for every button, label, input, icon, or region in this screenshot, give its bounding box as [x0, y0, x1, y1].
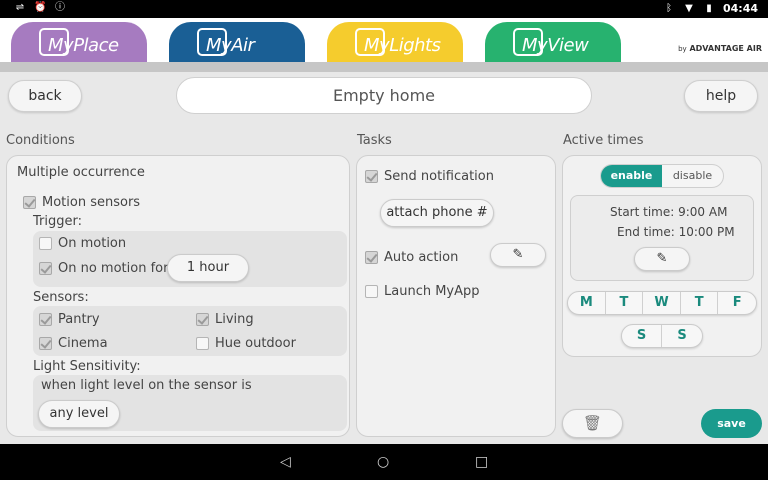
auto-action-label: Auto action [384, 250, 459, 265]
sensor-living-label: Living [215, 312, 254, 327]
brand-logo: by ADVANTAGE AIR [678, 44, 762, 53]
tab-myair-prefix: My [206, 35, 232, 56]
send-notification-label: Send notification [384, 169, 494, 184]
end-time: End time: 10:00 PM [617, 225, 735, 239]
tab-myplace-prefix: My [48, 35, 74, 56]
day-sunday[interactable]: S [662, 325, 702, 347]
no-motion-duration-button[interactable]: 1 hour [167, 254, 249, 282]
sensors-label: Sensors: [33, 290, 89, 305]
edit-auto-action-button[interactable]: ✎ [490, 243, 546, 267]
back-nav-icon[interactable]: ◁ [280, 454, 291, 470]
android-nav-bar: ◁ ○ □ [0, 444, 768, 480]
tasks-title: Tasks [357, 133, 392, 148]
launch-myapp-checkbox[interactable] [365, 285, 378, 298]
sensor-hue-outdoor-label: Hue outdoor [215, 336, 296, 351]
day-saturday[interactable]: S [622, 325, 663, 347]
back-button[interactable]: back [8, 80, 82, 112]
start-time: Start time: 9:00 AM [610, 205, 728, 219]
sensor-hue-outdoor-checkbox[interactable] [196, 337, 209, 350]
tab-myair[interactable]: MyAir [169, 22, 305, 64]
bluetooth-icon: ᛒ [665, 2, 672, 14]
light-level-button[interactable]: any level [38, 400, 120, 428]
day-friday[interactable]: F [718, 292, 756, 314]
sensor-pantry-checkbox[interactable] [39, 313, 52, 326]
help-button[interactable]: help [684, 80, 758, 112]
brand-by: by [678, 45, 687, 53]
day-monday[interactable]: M [568, 292, 606, 314]
brand-name: ADVANTAGE AIR [689, 44, 762, 53]
pencil-icon: ✎ [656, 251, 668, 266]
on-no-motion-checkbox[interactable] [39, 262, 52, 275]
day-tuesday[interactable]: T [606, 292, 644, 314]
day-wednesday[interactable]: W [643, 292, 681, 314]
pencil-icon: ✎ [512, 247, 524, 262]
on-no-motion-label: On no motion for [58, 261, 169, 276]
tab-myplace[interactable]: MyPlace [11, 22, 147, 64]
scene-name-input[interactable]: Empty home [176, 77, 592, 114]
on-motion-checkbox[interactable] [39, 237, 52, 250]
sensor-pantry-label: Pantry [58, 312, 100, 327]
sensor-living-checkbox[interactable] [196, 313, 209, 326]
home-nav-icon[interactable]: ○ [377, 454, 389, 470]
app-tab-bar: MyPlace MyAir MyLights MyView by ADVANTA… [0, 18, 768, 64]
sensor-cinema-label: Cinema [58, 336, 108, 351]
tab-myplace-suffix: Place [73, 35, 119, 56]
auto-action-checkbox[interactable] [365, 251, 378, 264]
trash-icon: 🗑 [582, 414, 603, 432]
on-motion-label: On motion [58, 236, 127, 251]
edit-time-button[interactable]: ✎ [634, 247, 690, 271]
wifi-icon: ▼ [685, 2, 693, 14]
weekend-selector: S S [621, 324, 703, 348]
delete-button[interactable]: 🗑 [562, 409, 623, 438]
battery-icon: ▮ [706, 2, 712, 14]
conditions-title: Conditions [6, 133, 75, 148]
launch-myapp-label: Launch MyApp [384, 284, 480, 299]
light-sensitivity-text: when light level on the sensor is [41, 378, 252, 393]
weekday-selector: M T W T F [567, 291, 757, 315]
tab-mylights[interactable]: MyLights [327, 22, 463, 64]
status-time: 04:44 [722, 2, 758, 15]
day-thursday[interactable]: T [681, 292, 719, 314]
disable-toggle[interactable]: disable [662, 165, 723, 187]
tab-mylights-prefix: My [364, 35, 390, 56]
info-icon: ⓘ [55, 2, 65, 13]
sensor-cinema-checkbox[interactable] [39, 337, 52, 350]
recents-nav-icon[interactable]: □ [475, 454, 488, 470]
enable-toggle[interactable]: enable [601, 165, 662, 187]
active-times-toggle: enable disable [600, 164, 724, 188]
active-times-title: Active times [563, 133, 644, 148]
header-divider [0, 62, 768, 72]
motion-sensors-checkbox[interactable] [23, 196, 36, 209]
trigger-label: Trigger: [33, 214, 82, 229]
tab-myview[interactable]: MyView [485, 22, 621, 64]
tab-myview-suffix: View [547, 35, 589, 56]
usb-icon: ⇌ [15, 2, 25, 13]
light-sensitivity-label: Light Sensitivity: [33, 359, 141, 374]
tab-myview-prefix: My [522, 35, 548, 56]
attach-phone-button[interactable]: attach phone # [380, 199, 494, 227]
save-button[interactable]: save [701, 409, 762, 438]
tab-mylights-suffix: Lights [389, 35, 441, 56]
send-notification-checkbox[interactable] [365, 170, 378, 183]
alarm-icon: ⏰ [34, 2, 47, 13]
motion-sensors-label: Motion sensors [42, 195, 141, 210]
status-bar: ⇌ ⏰ ⓘ ᛒ ▼ ▮ 04:44 [0, 0, 768, 18]
conditions-heading: Multiple occurrence [17, 165, 145, 180]
tab-myair-suffix: Air [231, 35, 255, 56]
